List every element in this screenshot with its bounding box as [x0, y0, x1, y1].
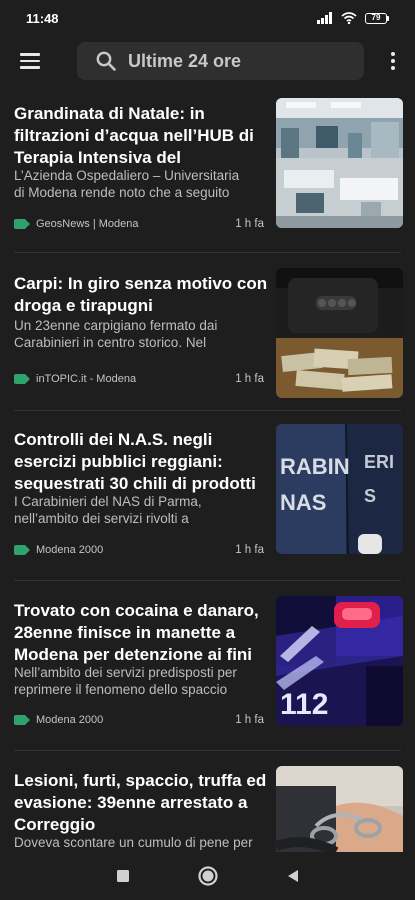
- home-circle-icon: [198, 866, 218, 886]
- article-headline[interactable]: Controlli dei N.A.S. negli esercizi pubb…: [14, 429, 268, 495]
- recents-square-icon: [117, 870, 129, 882]
- svg-text:NAS: NAS: [280, 490, 326, 515]
- svg-text:RABIN: RABIN: [280, 454, 350, 479]
- article-snippet: reprimere il fenomeno dello spaccio: [14, 682, 228, 697]
- svg-text:ERI: ERI: [364, 452, 394, 472]
- seized-knuckles-and-cash-photo: [276, 268, 403, 398]
- article-time: 1 h fa: [235, 714, 264, 726]
- article-image[interactable]: [276, 766, 403, 852]
- carabinieri-nas-jacket-photo: RABIN NAS ERI S: [276, 424, 403, 554]
- more-vert-icon: [391, 52, 395, 56]
- search-query: Ultime 24 ore: [128, 50, 242, 71]
- battery-level: 79: [365, 12, 387, 24]
- news-article[interactable]: Carpi: In giro senza motivo con droga e …: [0, 252, 415, 422]
- article-snippet: di Modena rende noto che a seguito: [14, 185, 230, 200]
- svg-text:S: S: [364, 486, 376, 506]
- news-article[interactable]: Trovato con cocaina e danaro, 28enne fin…: [0, 580, 415, 750]
- menu-button[interactable]: [10, 43, 50, 79]
- article-image[interactable]: [276, 98, 403, 228]
- article-headline[interactable]: Grandinata di Natale: in filtrazioni d’a…: [14, 103, 268, 169]
- article-meta: GeosNews | Modena 1 h fa: [14, 216, 264, 232]
- article-source[interactable]: Modena 2000: [36, 714, 235, 726]
- handcuffs-photo: [276, 766, 403, 852]
- article-image[interactable]: RABIN NAS ERI S: [276, 424, 403, 554]
- article-snippet: I Carabinieri del NAS di Parma,: [14, 494, 202, 509]
- article-source[interactable]: inTOPIC.it - Modena: [36, 373, 235, 385]
- article-time: 1 h fa: [235, 373, 264, 385]
- article-snippet: Carabinieri in centro storico. Nel: [14, 335, 207, 350]
- navigation-bar: [0, 852, 415, 900]
- article-snippet: Nell’ambito dei servizi predisposti per: [14, 665, 237, 680]
- article-snippet: Doveva scontare un cumulo di pene per: [14, 835, 253, 850]
- hospital-ward-photo: [276, 98, 403, 228]
- more-options-button[interactable]: [381, 43, 405, 79]
- article-meta: Modena 2000 1 h fa: [14, 542, 264, 558]
- source-tag-icon: [14, 219, 30, 229]
- article-snippet: nell’ambito dei servizi rivolti a: [14, 511, 189, 526]
- article-source[interactable]: Modena 2000: [36, 544, 235, 556]
- menu-icon: [20, 53, 40, 56]
- back-triangle-icon: [288, 870, 298, 882]
- article-headline[interactable]: Lesioni, furti, spaccio, truffa ed evasi…: [14, 770, 268, 836]
- source-tag-icon: [14, 374, 30, 384]
- status-icons: 79: [317, 12, 389, 24]
- article-time: 1 h fa: [235, 218, 264, 230]
- search-bar[interactable]: Ultime 24 ore: [77, 42, 364, 80]
- source-tag-icon: [14, 715, 30, 725]
- battery-icon: 79: [365, 12, 389, 24]
- article-snippet: L’Azienda Ospedaliero – Universitaria: [14, 168, 240, 183]
- article-headline[interactable]: Carpi: In giro senza motivo con droga e …: [14, 273, 268, 317]
- article-meta: inTOPIC.it - Modena 1 h fa: [14, 371, 264, 387]
- news-article[interactable]: Controlli dei N.A.S. negli esercizi pubb…: [0, 410, 415, 580]
- status-bar: 11:48 79: [0, 0, 415, 36]
- article-image[interactable]: [276, 268, 403, 398]
- status-time: 11:48: [26, 10, 59, 26]
- svg-text:112: 112: [280, 688, 328, 721]
- news-article[interactable]: Grandinata di Natale: in filtrazioni d’a…: [0, 82, 415, 252]
- article-image[interactable]: 112: [276, 596, 403, 726]
- article-headline[interactable]: Trovato con cocaina e danaro, 28enne fin…: [14, 600, 268, 666]
- search-icon: [96, 51, 116, 71]
- news-article[interactable]: Lesioni, furti, spaccio, truffa ed evasi…: [0, 750, 415, 852]
- article-snippet: Un 23enne carpigiano fermato dai: [14, 318, 218, 333]
- recents-button[interactable]: [111, 864, 135, 888]
- police-car-112-photo: 112: [276, 596, 403, 726]
- app-bar: Ultime 24 ore: [0, 40, 415, 82]
- signal-icon: [317, 12, 332, 24]
- home-button[interactable]: [196, 864, 220, 888]
- back-button[interactable]: [281, 864, 305, 888]
- article-time: 1 h fa: [235, 544, 264, 556]
- article-meta: Modena 2000 1 h fa: [14, 712, 264, 728]
- news-feed: Grandinata di Natale: in filtrazioni d’a…: [0, 82, 415, 852]
- source-tag-icon: [14, 545, 30, 555]
- wifi-icon: [341, 12, 357, 24]
- article-source[interactable]: GeosNews | Modena: [36, 218, 235, 230]
